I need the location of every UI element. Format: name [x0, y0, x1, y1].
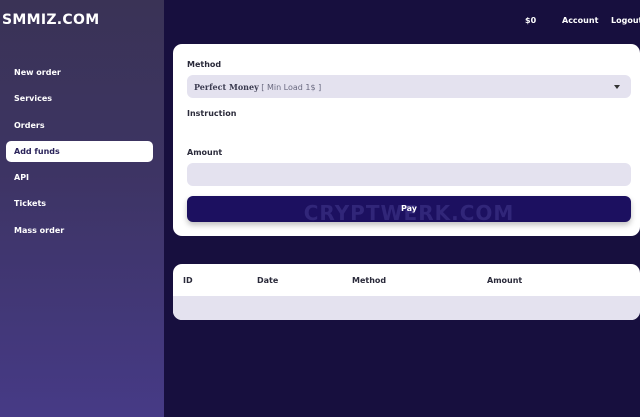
sidebar-item-api[interactable]: API: [6, 167, 153, 188]
table-row: [173, 296, 640, 320]
table-header: ID Date Method Amount: [173, 264, 640, 296]
method-select[interactable]: Perfect Money [ Min Load 1$ ]: [187, 75, 631, 98]
sidebar-item-orders[interactable]: Orders: [6, 115, 153, 136]
column-date: Date: [257, 276, 279, 285]
logout-link[interactable]: Logout: [611, 16, 640, 25]
sidebar-item-services[interactable]: Services: [6, 88, 153, 109]
add-funds-form: Method Perfect Money [ Min Load 1$ ] Ins…: [173, 44, 640, 236]
chevron-down-icon: [614, 85, 620, 89]
method-name: Perfect Money: [194, 82, 259, 92]
brand-logo[interactable]: SMMIZ.COM: [2, 12, 99, 28]
sidebar-item-tickets[interactable]: Tickets: [6, 193, 153, 214]
account-link[interactable]: Account: [562, 16, 598, 25]
method-label: Method: [187, 60, 222, 69]
method-selected-value: Perfect Money [ Min Load 1$ ]: [194, 82, 321, 92]
amount-input[interactable]: [187, 163, 631, 186]
column-method: Method: [352, 276, 387, 285]
sidebar-nav: New order Services Orders Add funds API …: [6, 62, 153, 246]
sidebar-item-add-funds[interactable]: Add funds: [6, 140, 153, 162]
funds-history-table: ID Date Method Amount: [173, 264, 640, 320]
amount-label: Amount: [187, 148, 223, 157]
column-id: ID: [183, 276, 193, 285]
sidebar-item-new-order[interactable]: New order: [6, 62, 153, 83]
column-amount: Amount: [487, 276, 523, 285]
pay-button-label: Pay: [400, 204, 417, 213]
balance-link[interactable]: $0: [525, 16, 536, 25]
sidebar: SMMIZ.COM New order Services Orders Add …: [0, 0, 164, 417]
instruction-label: Instruction: [187, 109, 237, 118]
sidebar-item-mass-order[interactable]: Mass order: [6, 220, 153, 241]
pay-button[interactable]: CRYPTWERK.COM Pay: [187, 196, 631, 225]
method-min-load: [ Min Load 1$ ]: [261, 83, 322, 92]
